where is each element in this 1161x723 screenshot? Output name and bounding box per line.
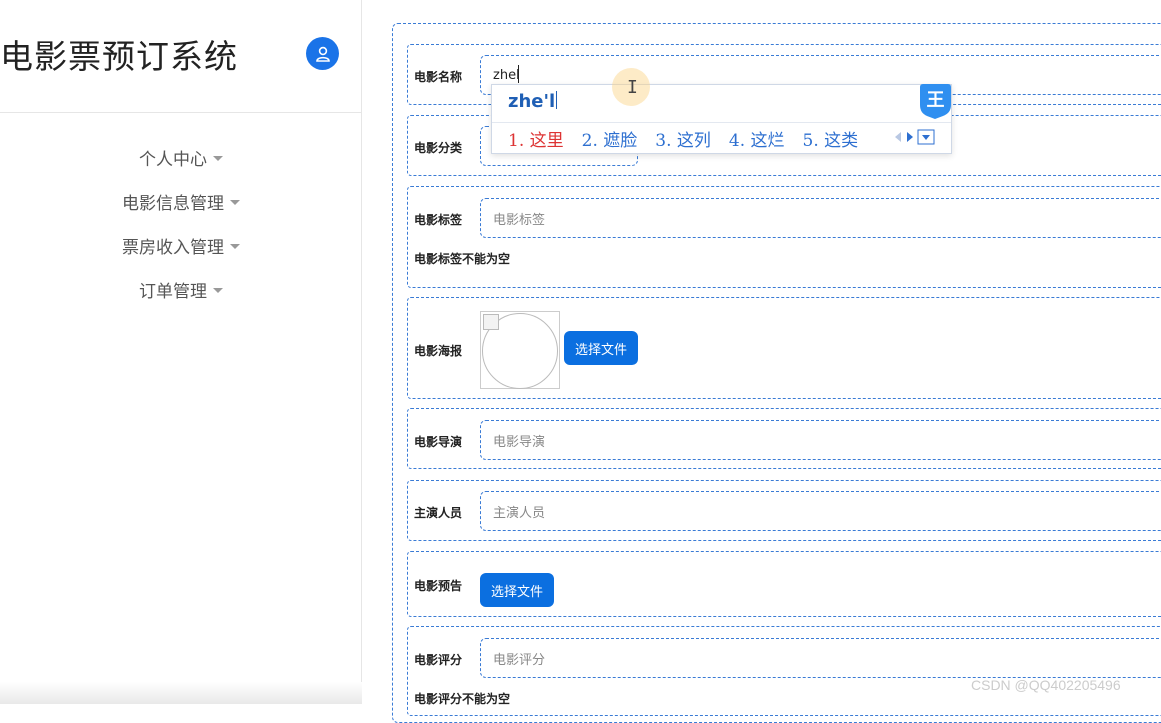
sidebar-item-movie-info[interactable]: 电影信息管理 [0,179,362,223]
sidebar-item-orders[interactable]: 订单管理 [0,267,362,311]
ime-candidate[interactable]: 2. 遮脸 [582,126,638,151]
ibeam-cursor-icon: I [627,77,638,98]
sidebar-item-label: 电影信息管理 [122,193,224,214]
text-caret [518,65,519,83]
form-row-tags: 电影标签 电影标签 电影标签不能为空 [407,186,1161,288]
movie-rating-input[interactable]: 电影评分 [480,638,1161,678]
field-label: 电影评分 [414,653,463,667]
watermark: CSDN @QQ402205496 [971,677,1121,693]
validation-error: 电影标签不能为空 [414,252,511,266]
field-label: 电影预告 [414,579,463,593]
movie-cast-input[interactable]: 主演人员 [480,491,1161,531]
form-row-director: 电影导演 电影导演 [407,408,1161,469]
divider [0,112,362,113]
prev-page-icon[interactable] [893,131,903,143]
ime-candidate[interactable]: 5. 这类 [803,126,859,151]
field-label: 电影导演 [414,435,463,449]
ime-logo-icon: 王 [919,83,952,119]
expand-icon[interactable] [917,129,935,145]
form-row-rating: 电影评分 电影评分 电影评分不能为空 [407,626,1161,716]
form-row-trailer: 电影预告 选择文件 [407,551,1161,617]
movie-tags-input[interactable]: 电影标签 [480,198,1161,238]
ime-candidate[interactable]: 1. 这里 [508,126,564,151]
broken-image-icon [483,314,499,330]
ime-candidate-window: zhe'l 1. 这里 2. 遮脸 3. 这列 4. 这烂 5. 这类 [491,84,952,154]
field-label: 电影标签 [414,213,463,227]
user-avatar-button[interactable] [306,37,339,70]
caret-down-icon [213,155,223,161]
ime-candidate[interactable]: 4. 这烂 [729,126,785,151]
sidebar-item-label: 订单管理 [139,281,207,302]
trailer-choose-file-button[interactable]: 选择文件 [480,573,555,607]
ime-candidate[interactable]: 3. 这列 [655,126,711,151]
next-page-icon[interactable] [905,131,915,143]
sidebar: 电影票预订系统 个人中心 电影信息管理 票房收入管理 订单管理 [0,0,362,704]
ime-caret [556,91,558,109]
field-label: 主演人员 [414,506,463,520]
poster-preview [480,311,560,389]
sidebar-nav: 个人中心 电影信息管理 票房收入管理 订单管理 [0,135,362,311]
ime-composition: zhe'l [508,91,558,112]
form-row-poster: 电影海报 选择文件 [407,297,1161,399]
poster-choose-file-button[interactable]: 选择文件 [564,331,639,365]
user-icon [315,46,330,62]
ime-logo-text: 王 [927,90,945,111]
caret-down-icon [213,287,223,293]
ime-page-controls [893,129,935,145]
sidebar-item-personal-center[interactable]: 个人中心 [0,135,362,179]
sidebar-item-label: 个人中心 [139,149,207,170]
app-title: 电影票预订系统 [0,37,238,76]
ime-composition-text: zhe'l [508,91,556,112]
form-row-cast: 主演人员 主演人员 [407,480,1161,541]
field-label: 电影名称 [414,70,463,84]
validation-error: 电影评分不能为空 [414,692,511,706]
movie-director-input[interactable]: 电影导演 [480,420,1161,460]
sidebar-item-box-office[interactable]: 票房收入管理 [0,223,362,267]
caret-down-icon [230,243,240,249]
ime-candidates: 1. 这里 2. 遮脸 3. 这列 4. 这烂 5. 这类 [508,126,858,151]
field-label: 电影分类 [414,141,463,155]
ime-divider [492,122,951,123]
sidebar-item-label: 票房收入管理 [122,237,224,258]
scroll-shadow [0,682,362,704]
caret-down-icon [230,199,240,205]
field-label: 电影海报 [414,344,463,358]
